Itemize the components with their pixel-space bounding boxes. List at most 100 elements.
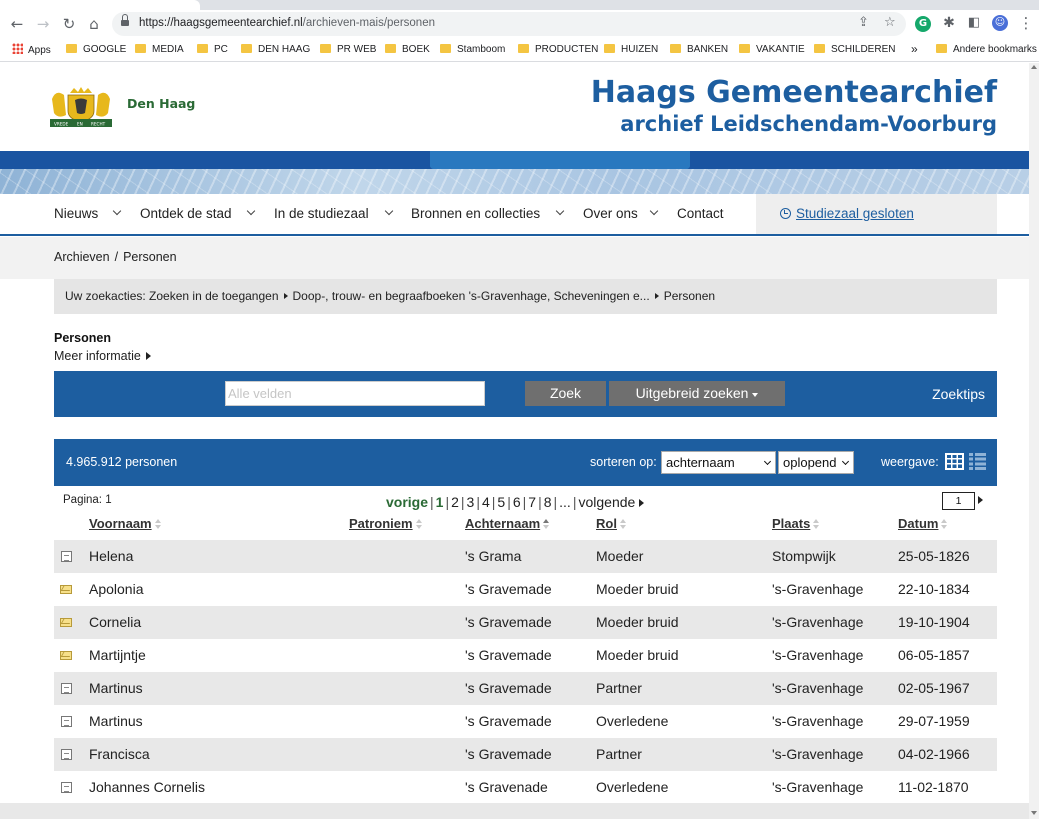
cell-voornaam[interactable]: Cornelia [89, 614, 141, 630]
pagination-page[interactable]: 8 [544, 494, 552, 510]
advanced-search-button[interactable]: Uitgebreid zoeken [609, 381, 785, 406]
caret-right-icon[interactable] [639, 499, 645, 507]
nav-item-in-de-studiezaal[interactable]: In de studiezaal [274, 206, 369, 221]
nav-item-nieuws[interactable]: Nieuws [54, 206, 98, 221]
table-row[interactable]: Cornelia 's Gravemade Moeder bruid 's-Grave… [54, 606, 997, 639]
address-bar[interactable]: https://haagsgemeentearchief.nl/archieve… [112, 12, 906, 36]
home-icon[interactable]: ⌂ [83, 13, 105, 35]
sort-order-select[interactable]: oplopend [778, 451, 854, 474]
grammarly-icon[interactable]: G [915, 16, 931, 32]
nav-item-bronnen-en-collecties[interactable]: Bronnen en collecties [411, 206, 540, 221]
cell-voornaam[interactable]: Helena [89, 548, 133, 564]
pagination-next[interactable]: volgende [578, 494, 635, 510]
table-row[interactable]: Apolonia 's Gravemade Moeder bruid 's-Grave… [54, 573, 997, 606]
table-row[interactable]: Johannes Cornelis 's Gravenade Overledene '… [54, 771, 997, 804]
envelope-icon[interactable] [60, 618, 72, 627]
search-input[interactable] [225, 381, 485, 406]
chevron-down-icon[interactable] [112, 206, 122, 216]
cell-voornaam[interactable]: Martinus [89, 680, 143, 696]
column-header-plaats[interactable]: Plaats [772, 516, 820, 531]
bookmark-huizen[interactable]: HUIZEN [604, 43, 658, 57]
bookmark-boek[interactable]: BOEK [385, 43, 430, 57]
bookmark-stamboom[interactable]: Stamboom [440, 43, 505, 57]
reload-icon[interactable]: ↻ [58, 13, 80, 35]
envelope-icon[interactable] [60, 585, 72, 594]
document-icon[interactable] [61, 716, 72, 727]
column-header-patroniem[interactable]: Patroniem [349, 516, 423, 531]
document-icon[interactable] [61, 683, 72, 694]
bookmark-other[interactable]: Andere bookmarks [936, 43, 1037, 57]
column-header-datum[interactable]: Datum [898, 516, 948, 531]
den-haag-crest-logo[interactable]: VREDE EN RECHT [48, 85, 114, 129]
page-scrollbar[interactable] [1029, 63, 1039, 819]
breadcrumb-archieven[interactable]: Archieven [54, 250, 110, 264]
scroll-down-icon[interactable] [1031, 811, 1037, 815]
cell-voornaam[interactable]: Johannes Cornelis [89, 779, 205, 795]
bookmarks-overflow[interactable]: » [911, 42, 918, 56]
pagination-page[interactable]: 7 [528, 494, 536, 510]
table-row[interactable]: Helena 's Grama Moeder Stompwijk 25-05-1826 [54, 540, 997, 573]
bookmark-pr-web[interactable]: PR WEB [320, 43, 376, 57]
cell-voornaam[interactable]: Francisca [89, 746, 150, 762]
cell-voornaam[interactable]: Apolonia [89, 581, 144, 597]
search-history-step-1[interactable]: Zoeken in de toegangen [149, 289, 278, 303]
document-icon[interactable] [61, 782, 72, 793]
chevron-down-icon[interactable] [649, 206, 659, 216]
nav-item-contact[interactable]: Contact [677, 206, 724, 221]
forward-icon[interactable]: → [32, 13, 54, 35]
chevron-down-icon[interactable] [555, 206, 565, 216]
bookmark-media[interactable]: MEDIA [135, 43, 184, 57]
document-icon[interactable] [61, 749, 72, 760]
search-history-step-2[interactable]: Doop-, trouw- en begraafboeken 's-Graven… [293, 289, 650, 303]
bookmark-pc[interactable]: PC [197, 43, 228, 57]
column-header-rol[interactable]: Rol [596, 516, 627, 531]
profile-avatar[interactable]: ☺ [992, 15, 1008, 31]
pagination-page[interactable]: 3 [467, 494, 475, 510]
pagination-page[interactable]: 5 [497, 494, 505, 510]
column-header-voornaam[interactable]: Voornaam [89, 516, 162, 531]
cell-voornaam[interactable]: Martijntje [89, 647, 146, 663]
cell-voornaam[interactable]: Martinus [89, 713, 143, 729]
pagination-page[interactable]: 6 [513, 494, 521, 510]
back-icon[interactable]: ← [6, 13, 28, 35]
bookmark-apps[interactable]: Apps [12, 43, 51, 57]
table-row[interactable]: Martijntje 's Gravemade Moeder bruid 's-Gra… [54, 639, 997, 672]
pagination-prev[interactable]: vorige [386, 494, 428, 510]
chevron-down-icon[interactable] [246, 206, 256, 216]
studiezaal-status-link[interactable]: Studiezaal gesloten [796, 206, 914, 221]
go-page-icon[interactable] [978, 496, 983, 504]
pagination-page[interactable]: 4 [482, 494, 490, 510]
sidepanel-icon[interactable]: ◧ [963, 12, 985, 34]
more-info-toggle[interactable]: Meer informatie [54, 349, 151, 363]
bookmark-google[interactable]: GOOGLE [66, 43, 126, 57]
grid-view-icon[interactable] [945, 453, 964, 470]
table-row[interactable]: Martinus 's Gravemade Overledene 's-Gravenh… [54, 705, 997, 738]
column-header-achternaam[interactable]: Achternaam [465, 516, 550, 531]
bookmark-producten[interactable]: PRODUCTEN [518, 43, 598, 57]
pagination-page[interactable]: 2 [451, 494, 459, 510]
table-row[interactable]: Francisca 's Gravemade Partner 's-Gravenhag… [54, 738, 997, 771]
search-button[interactable]: Zoek [525, 381, 606, 406]
list-view-icon[interactable] [969, 453, 986, 470]
nav-item-over-ons[interactable]: Over ons [583, 206, 638, 221]
envelope-icon[interactable] [60, 651, 72, 660]
table-row[interactable]: Martinus 's Gravemade Partner 's-Gravenhage… [54, 672, 997, 705]
share-icon[interactable]: ⇪ [858, 15, 869, 30]
url-text[interactable]: https://haagsgemeentearchief.nl/archieve… [139, 17, 435, 29]
bookmark-schilderen[interactable]: SCHILDEREN [814, 43, 895, 57]
sort-field-select[interactable]: achternaam [661, 451, 776, 474]
active-tab[interactable] [0, 0, 200, 10]
bookmark-den-haag[interactable]: DEN HAAG [241, 43, 310, 57]
nav-item-ontdek-de-stad[interactable]: Ontdek de stad [140, 206, 232, 221]
menu-icon[interactable]: ⋮ [1015, 12, 1037, 34]
star-icon[interactable]: ☆ [884, 15, 896, 30]
search-tips-link[interactable]: Zoektips [932, 386, 985, 402]
chevron-down-icon[interactable] [384, 206, 394, 216]
site-title[interactable]: Haags Gemeentearchief archief Leidschend… [591, 75, 997, 137]
city-name[interactable]: Den Haag [127, 96, 195, 111]
studiezaal-status[interactable]: Studiezaal gesloten [756, 194, 997, 234]
page-number-input[interactable]: 1 [942, 492, 975, 510]
extensions-icon[interactable]: ✱ [938, 12, 960, 34]
bookmark-banken[interactable]: BANKEN [670, 43, 728, 57]
scroll-up-icon[interactable] [1031, 65, 1037, 69]
